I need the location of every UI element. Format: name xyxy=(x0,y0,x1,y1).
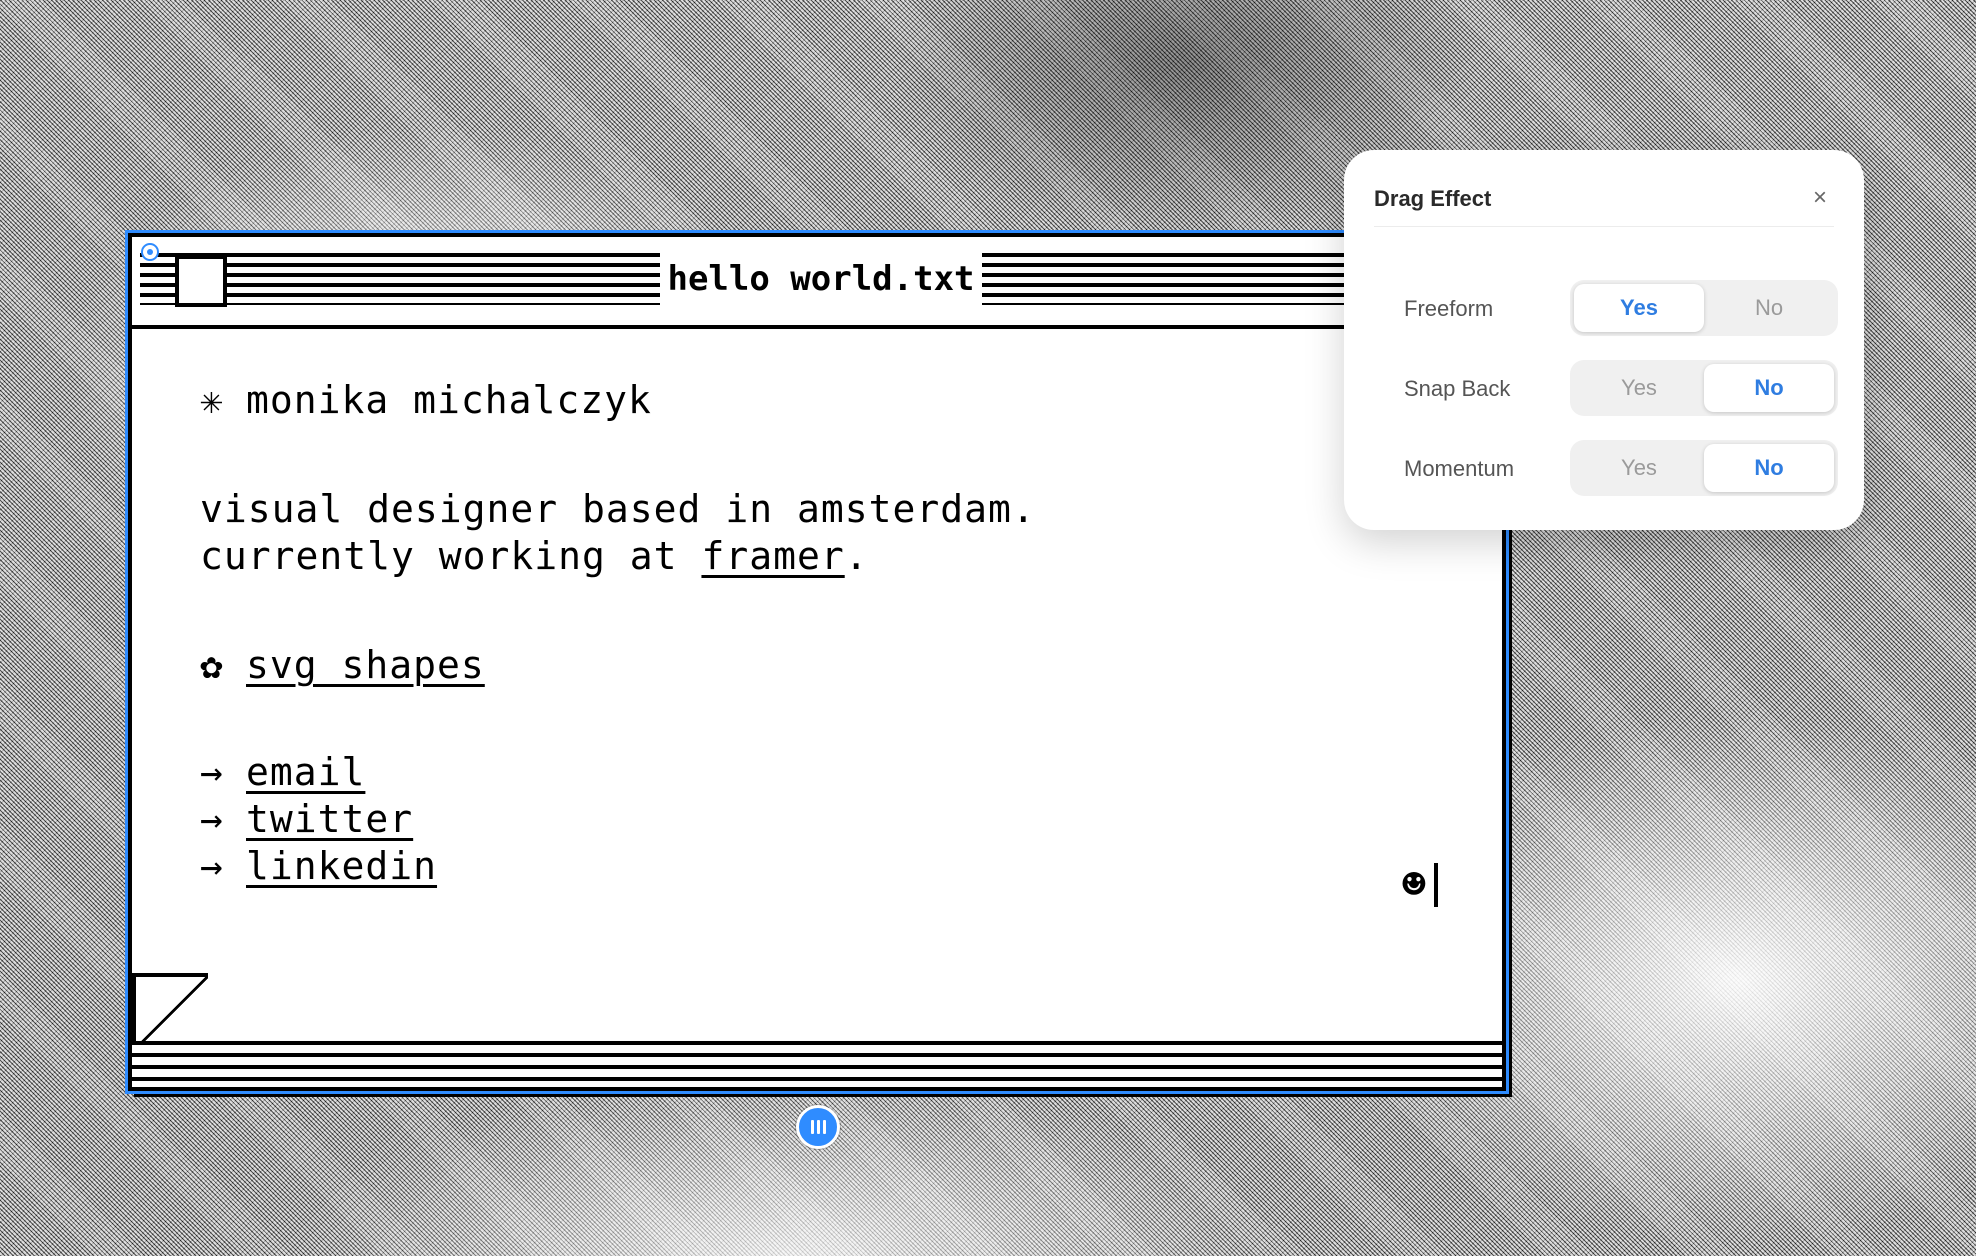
momentum-label: Momentum xyxy=(1404,456,1515,481)
window-close-box[interactable] xyxy=(175,255,227,307)
bio-line-1: visual designer based in amsterdam. xyxy=(200,487,1036,531)
text-cursor xyxy=(1434,863,1438,907)
bio-suffix: . xyxy=(844,534,869,578)
close-icon[interactable]: × xyxy=(1806,184,1834,212)
momentum-row: Momentum Yes No xyxy=(1404,440,1838,496)
arrow-right-icon: → xyxy=(200,750,224,794)
author-name: monika michalczyk xyxy=(246,378,652,422)
window-titlebar[interactable]: hello world.txt xyxy=(132,237,1502,329)
snap-back-no-option[interactable]: No xyxy=(1704,364,1834,412)
focus-indicator-icon xyxy=(141,243,159,261)
arrow-right-icon: → xyxy=(200,797,224,841)
drag-effect-panel: Drag Effect × Freeform Yes No Snap Back … xyxy=(1344,150,1864,530)
freeform-label: Freeform xyxy=(1404,296,1494,321)
shapes-line: ✿ svg shapes xyxy=(200,642,1442,689)
momentum-segmented-control[interactable]: Yes No xyxy=(1570,440,1838,496)
link-row-email: → email xyxy=(200,749,1442,796)
freeform-yes-option[interactable]: Yes xyxy=(1574,284,1704,332)
link-row-linkedin: → linkedin xyxy=(200,843,1442,890)
svg-shapes-link[interactable]: svg shapes xyxy=(246,643,485,687)
window-title: hello world.txt xyxy=(660,253,982,305)
document-content: ✳ monika michalczyk visual designer based… xyxy=(200,377,1442,890)
framer-link[interactable]: framer xyxy=(701,534,844,578)
link-row-twitter: → twitter xyxy=(200,796,1442,843)
snap-back-yes-option[interactable]: Yes xyxy=(1574,364,1704,412)
name-line: ✳ monika michalczyk xyxy=(200,377,1442,424)
panel-header: Drag Effect × xyxy=(1374,174,1834,227)
freeform-no-option[interactable]: No xyxy=(1704,284,1834,332)
snap-back-row: Snap Back Yes No xyxy=(1404,360,1838,416)
page-fold-icon xyxy=(132,973,208,1049)
document-window[interactable]: hello world.txt ✳ monika michalczyk visua… xyxy=(125,230,1509,1094)
freeform-segmented-control[interactable]: Yes No xyxy=(1570,280,1838,336)
asterisk-icon: ✳ xyxy=(200,378,224,422)
snap-back-label: Snap Back xyxy=(1404,376,1511,401)
arrow-right-icon: → xyxy=(200,844,224,888)
panel-title: Drag Effect xyxy=(1374,186,1492,211)
bio-prefix: currently working at xyxy=(200,534,702,578)
snap-back-segmented-control[interactable]: Yes No xyxy=(1570,360,1838,416)
email-link[interactable]: email xyxy=(246,750,365,794)
momentum-no-option[interactable]: No xyxy=(1704,444,1834,492)
smiley-icon: ☻ xyxy=(1401,862,1426,908)
flower-icon: ✿ xyxy=(200,643,224,687)
window-bottom-bar xyxy=(132,1041,1502,1087)
momentum-yes-option[interactable]: Yes xyxy=(1574,444,1704,492)
twitter-link[interactable]: twitter xyxy=(246,797,413,841)
drag-handle-icon[interactable] xyxy=(796,1105,840,1149)
linkedin-link[interactable]: linkedin xyxy=(246,844,437,888)
bio-line-2: currently working at framer. xyxy=(200,533,1442,580)
freeform-row: Freeform Yes No xyxy=(1404,280,1838,336)
